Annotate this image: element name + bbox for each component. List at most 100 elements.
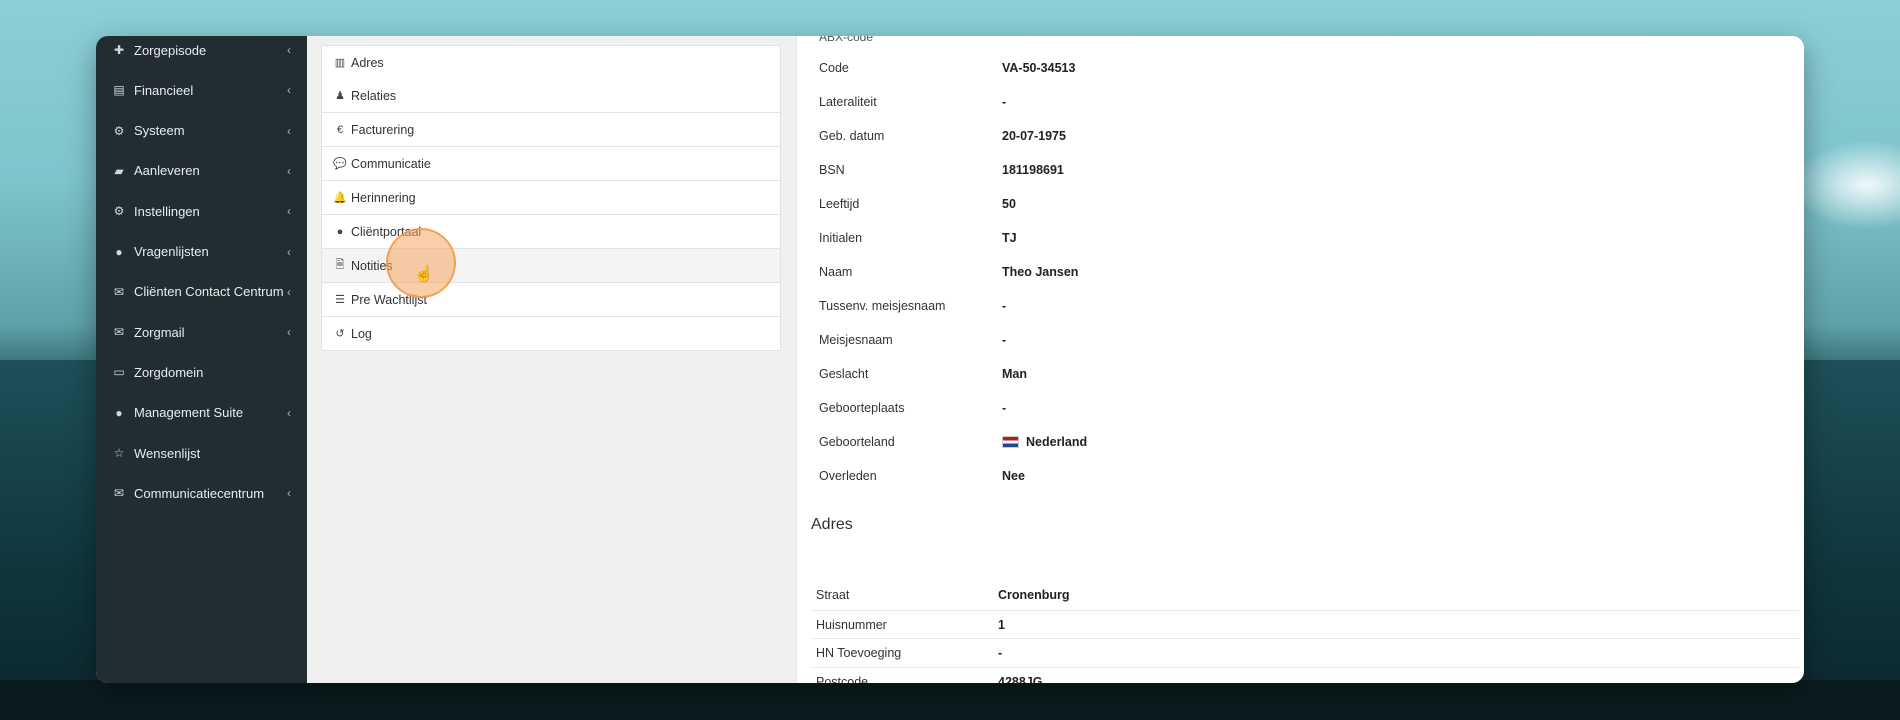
sidebar-item-management-suite[interactable]: ● Management Suite ‹ [96, 395, 307, 431]
detail-row: Geslacht Man [797, 357, 1804, 391]
globe-icon: ● [115, 244, 123, 259]
sidebar-item-zorgdomein[interactable]: ▭ Zorgdomein [96, 354, 307, 390]
detail-value: 20-07-1975 [1002, 129, 1066, 143]
globe-icon: ● [115, 405, 123, 420]
detail-value: Nee [1002, 469, 1025, 483]
address-row: HN Toevoeging - [811, 638, 1799, 667]
menu-item-communicatie[interactable]: 💬 Communicatie [321, 147, 781, 181]
cursor-highlight [386, 228, 456, 298]
detail-value-text: - [1002, 333, 1007, 347]
sidebar-item-cli-nten-contact-centrum[interactable]: ✉ Cliënten Contact Centrum ‹ [96, 274, 307, 310]
sidebar-item-zorgmail[interactable]: ✉ Zorgmail ‹ [96, 314, 307, 350]
sidebar-item-instellingen[interactable]: ⚙ Instellingen ‹ [96, 193, 307, 229]
sidebar-item-label: Zorgepisode [134, 42, 207, 58]
detail-label: Overleden [819, 469, 877, 483]
sidebar: ✚ Zorgepisode ‹ ▤ Financieel ‹ ⚙ Systeem ‹ ▰ Aanle… [96, 36, 307, 683]
menu-item-log[interactable]: ↺ Log [321, 317, 781, 351]
menu-item-cli-ntportaal[interactable]: ● Cliëntportaal [321, 215, 781, 249]
detail-value: - [1002, 401, 1006, 415]
sidebar-item-vragenlijsten[interactable]: ● Vragenlijsten ‹ [96, 234, 307, 270]
detail-label: Leeftijd [819, 197, 860, 211]
detail-value-text: 50 [1002, 197, 1016, 211]
menu-item-label: Facturering [351, 122, 415, 137]
menu-item-relaties[interactable]: ♟ Relaties [321, 79, 781, 113]
detail-row: Overleden Nee [797, 459, 1804, 493]
detail-label: Tussenv. meisjesnaam [819, 299, 946, 313]
detail-row: Naam Theo Jansen [797, 255, 1804, 289]
address-section-title: Adres [811, 516, 853, 533]
medkit-icon: ✚ [113, 43, 125, 57]
detail-row: BSN 181198691 [797, 153, 1804, 187]
bell-icon: 🔔 [333, 192, 347, 204]
menu-item-facturering[interactable]: € Facturering [321, 113, 781, 147]
sidebar-item-label: Cliënten Contact Centrum [134, 284, 284, 300]
address-row: Huisnummer 1 [811, 609, 1799, 639]
sidebar-item-financieel[interactable]: ▤ Financieel ‹ [96, 72, 307, 108]
address-value: - [998, 646, 1003, 660]
address-label: HN Toevoeging [816, 646, 902, 660]
detail-value: 181198691 [1002, 163, 1064, 177]
detail-value-text: - [1002, 401, 1007, 415]
star-icon: ☆ [113, 446, 125, 460]
chevron-left-icon: ‹ [287, 123, 291, 138]
detail-value: - [1002, 299, 1006, 313]
sidebar-item-label: Financieel [134, 82, 194, 98]
chevron-left-icon: ‹ [287, 325, 291, 340]
envelope-icon: ✉ [113, 325, 125, 340]
detail-value: TJ [1002, 231, 1017, 245]
detail-value-text: 181198691 [1002, 163, 1064, 177]
sidebar-item-label: Wensenlijst [134, 445, 201, 461]
sidebar-item-label: Management Suite [134, 405, 244, 421]
menu-item-label: Herinnering [351, 190, 416, 205]
detail-value-text: 20-07-1975 [1002, 129, 1066, 143]
chevron-left-icon: ‹ [287, 83, 291, 98]
address-value: Cronenburg [998, 588, 1070, 602]
detail-row: Code VA-50-34513 [797, 51, 1804, 85]
detail-label: Geboorteplaats [819, 401, 905, 415]
envelope-icon: ✉ [113, 486, 125, 501]
sidebar-item-communicatiecentrum[interactable]: ✉ Communicatiecentrum ‹ [96, 475, 307, 511]
address-value: 1 [998, 617, 1005, 632]
detail-label: BSN [819, 163, 845, 177]
detail-row: Initialen TJ [797, 221, 1804, 255]
address-label: Huisnummer [816, 617, 887, 632]
detail-row: Geboorteplaats - [797, 391, 1804, 425]
client-detail-panel: ABX-code Adres Code VA-50-34513 Lateralite… [796, 36, 1804, 683]
chevron-left-icon: ‹ [287, 405, 291, 420]
chevron-left-icon: ‹ [287, 43, 291, 57]
sidebar-item-label: Instellingen [134, 203, 200, 219]
file-icon: 🗎 [335, 259, 345, 271]
address-row: Straat Cronenburg [811, 581, 1799, 609]
sidebar-item-wensenlijst[interactable]: ☆ Wensenlijst [96, 435, 307, 471]
menu-item-label: Adres [351, 55, 384, 70]
address-label: Straat [816, 588, 850, 602]
app-window: ✚ Zorgepisode ‹ ▤ Financieel ‹ ⚙ Systeem ‹ ▰ Aanle… [96, 36, 1804, 683]
euro-icon: € [336, 123, 344, 136]
detail-row: Meisjesnaam - [797, 323, 1804, 357]
menu-item-adres[interactable]: ▥ Adres [321, 45, 781, 80]
detail-value-text: - [1002, 95, 1007, 109]
globe-icon: ● [336, 225, 344, 238]
child-icon: ♟ [335, 90, 345, 102]
address-value: 4288JG [998, 674, 1043, 684]
menu-item-pre-wachtlijst[interactable]: ☰ Pre Wachtlijst [321, 283, 781, 317]
menu-item-label: Log [351, 326, 372, 341]
detail-row: Geb. datum 20-07-1975 [797, 119, 1804, 153]
cogs-icon: ⚙ [113, 123, 125, 138]
detail-label: Meisjesnaam [819, 333, 893, 347]
chevron-left-icon: ‹ [287, 204, 291, 219]
detail-row: Tussenv. meisjesnaam - [797, 289, 1804, 323]
detail-label: Naam [819, 265, 853, 279]
history-icon: ↺ [335, 328, 345, 340]
address-label: Postcode [816, 674, 869, 684]
sidebar-item-aanleveren[interactable]: ▰ Aanleveren ‹ [96, 153, 307, 189]
sidebar-item-systeem[interactable]: ⚙ Systeem ‹ [96, 113, 307, 149]
sidebar-item-label: Communicatiecentrum [134, 485, 265, 501]
gear-icon: ⚙ [113, 204, 125, 219]
background-cloud [1790, 140, 1900, 230]
detail-value: Nederland [1002, 435, 1087, 449]
detail-value: - [1002, 333, 1006, 347]
list-icon: ☰ [335, 294, 345, 306]
menu-item-herinnering[interactable]: 🔔 Herinnering [321, 181, 781, 215]
sidebar-item-zorgepisode[interactable]: ✚ Zorgepisode ‹ [96, 36, 307, 68]
